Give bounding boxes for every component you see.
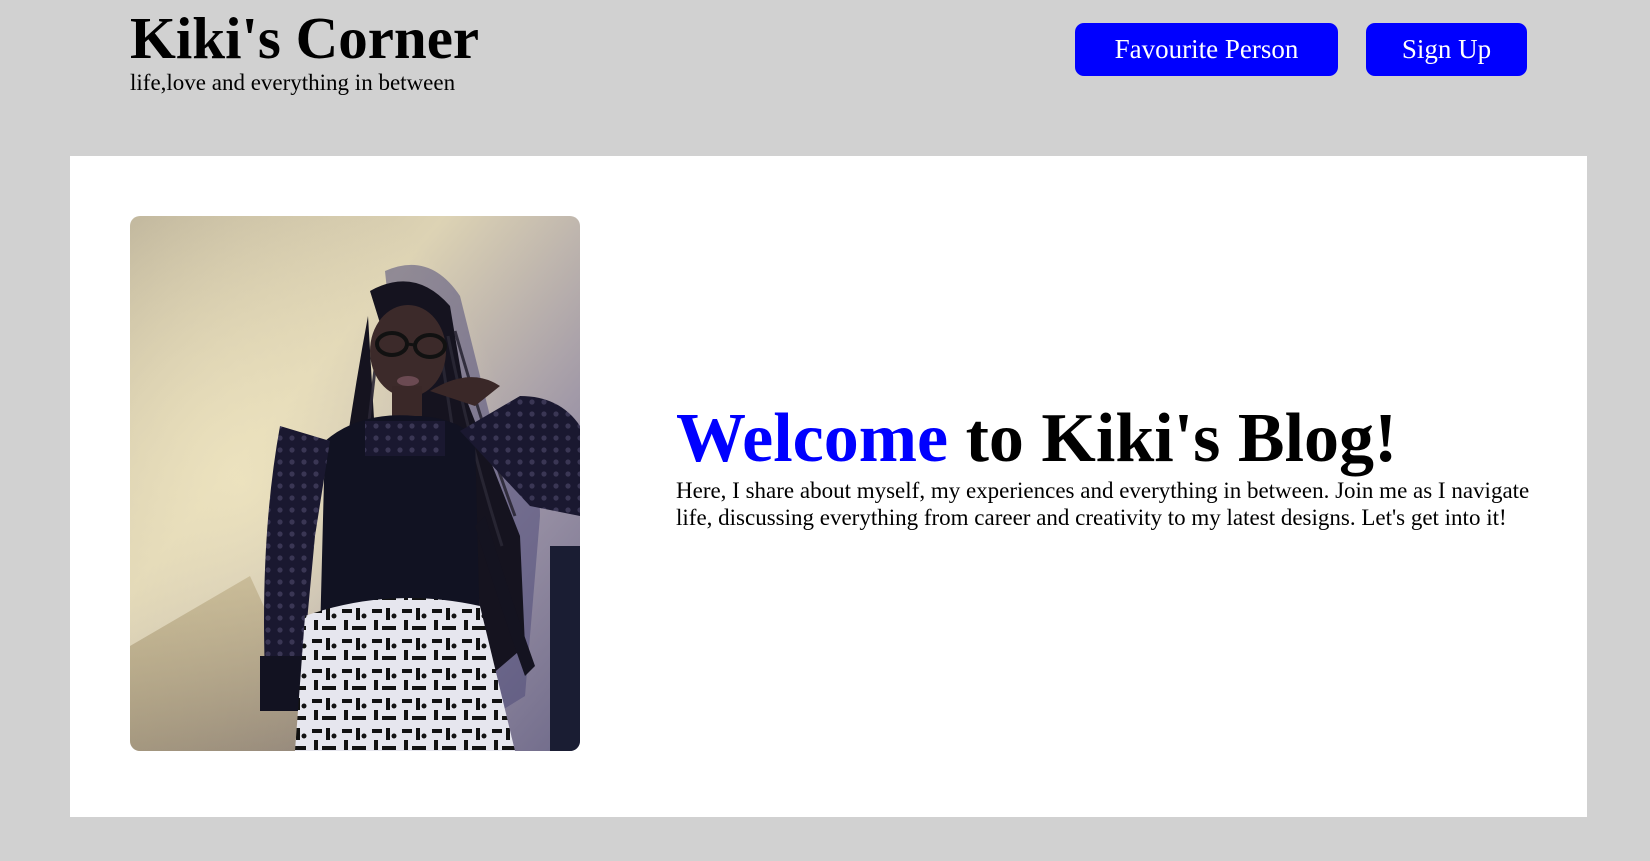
hero-card: Welcome to Kiki's Blog! Here, I share ab… xyxy=(70,156,1587,817)
hero-body: Here, I share about myself, my experienc… xyxy=(676,478,1530,530)
site-tagline: life,love and everything in between xyxy=(130,70,456,95)
sign-up-button[interactable]: Sign Up xyxy=(1366,23,1527,76)
hero-text: Welcome to Kiki's Blog! Here, I share ab… xyxy=(676,401,1536,531)
hero-heading-rest: to Kiki's Blog! xyxy=(948,400,1398,477)
favourite-person-button[interactable]: Favourite Person xyxy=(1075,23,1338,76)
site-title: Kiki's Corner xyxy=(130,5,480,71)
portrait-photo xyxy=(130,216,580,751)
brand: Kiki's Corner life,love and everything i… xyxy=(130,6,479,96)
hero-heading-accent: Welcome xyxy=(676,400,949,477)
hero-heading: Welcome to Kiki's Blog! xyxy=(676,401,1536,477)
